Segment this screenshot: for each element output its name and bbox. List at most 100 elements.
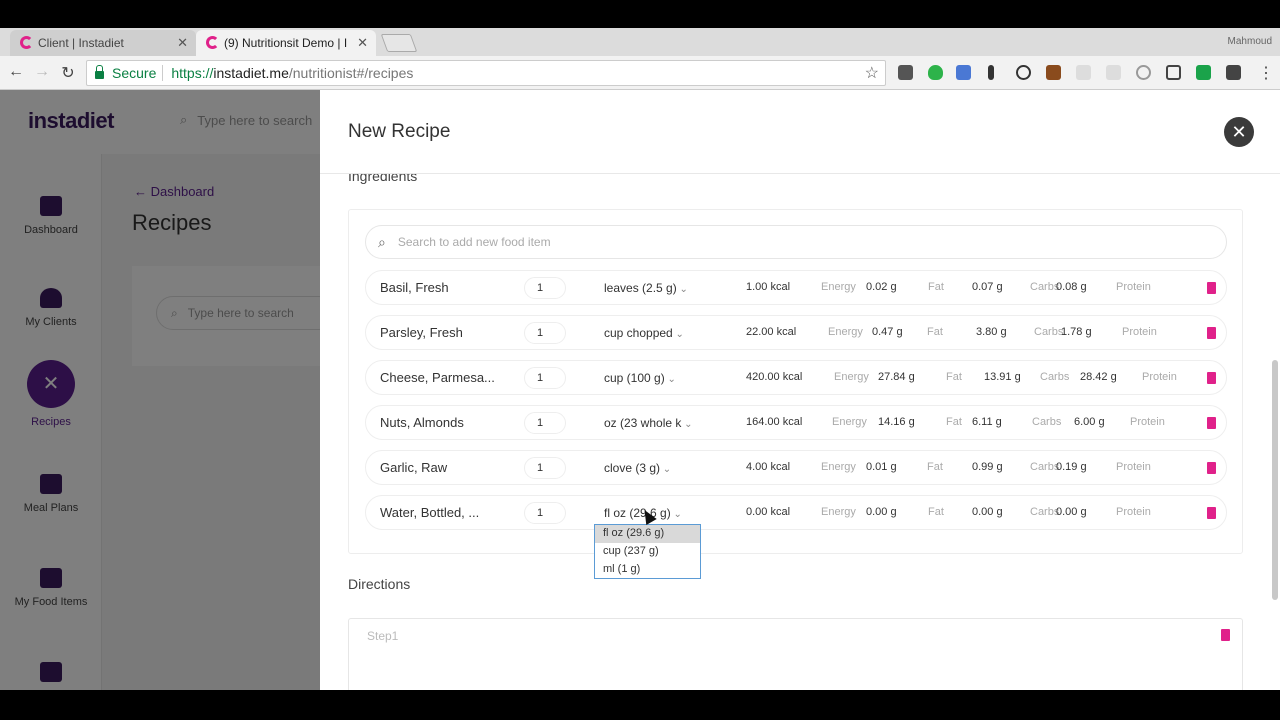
protein-value: 0.08 g [1056,281,1087,293]
extension-shield-icon[interactable] [928,65,943,80]
fat-value: 27.84 g [878,371,915,383]
delete-ingredient-icon[interactable] [1207,507,1216,519]
protein-value: 0.19 g [1056,461,1087,473]
back-arrow-icon[interactable]: ← [6,63,26,81]
delete-ingredient-icon[interactable] [1207,372,1216,384]
quantity-input[interactable]: 1 [524,412,566,434]
protein-label: Protein [1116,461,1151,473]
unit-value: fl oz (29.6 g) [604,506,671,520]
step-input[interactable]: Step1 [348,618,1243,690]
unit-select[interactable]: clove (3 g) ⌄ [604,461,671,475]
profile-name[interactable]: Mahmoud [1228,36,1272,47]
address-bar[interactable]: Secure https:// instadiet.me /nutritioni… [86,60,886,86]
browser-menu-icon[interactable]: ⋮ [1256,63,1276,83]
app-viewport: instadiet ⌕ Type here to search Dashboar… [0,90,1280,690]
delete-ingredient-icon[interactable] [1207,327,1216,339]
carbs-label: Carbs [1034,326,1064,338]
chevron-down-icon: ⌄ [676,284,688,295]
forward-arrow-icon[interactable]: → [32,63,52,81]
fat-label: Fat [928,281,944,293]
extension-grey-icon[interactable] [1106,65,1121,80]
screen: Client | Instadiet ✕ (9) Nutritionsit De… [0,0,1280,720]
divider [162,65,164,81]
fat-value: 0.01 g [866,461,897,473]
extension-grey-icon[interactable] [1076,65,1091,80]
extension-avatar-icon[interactable] [1046,65,1061,80]
extension-info-icon[interactable] [988,65,994,80]
step-placeholder: Step1 [367,629,399,643]
food-search-placeholder: Search to add new food item [397,235,551,249]
carbs-value: 0.99 g [972,461,1003,473]
ingredient-row: Parsley, Fresh 1 cup chopped ⌄ 22.00 kcal En… [365,315,1227,350]
extension-grid-icon[interactable] [1226,65,1241,80]
chevron-down-icon: ⌄ [670,509,682,520]
energy-label: Energy [828,326,863,338]
unit-option[interactable]: cup (237 g) [595,543,700,561]
chevron-down-icon: ⌄ [672,329,684,340]
energy-value: 1.00 kcal [746,281,791,293]
protein-label: Protein [1130,416,1165,428]
new-tab-button[interactable] [380,34,418,52]
browser-tab-nutritionist[interactable]: (9) Nutritionsit Demo | I ✕ [196,30,376,56]
url-path: /nutritionist#/recipes [288,65,414,81]
fat-label: Fat [927,326,943,338]
close-button[interactable]: ✕ [1224,117,1254,147]
energy-label: Energy [821,281,856,293]
extension-circle-icon[interactable] [1136,65,1151,80]
energy-label: Energy [832,416,867,428]
chevron-down-icon: ⌄ [660,464,672,475]
modal-backdrop[interactable] [0,90,320,690]
fat-label: Fat [946,416,962,428]
unit-value: cup (100 g) [604,371,665,385]
extension-vue-icon[interactable] [1196,65,1211,80]
delete-ingredient-icon[interactable] [1207,462,1216,474]
fat-label: Fat [946,371,962,383]
delete-ingredient-icon[interactable] [1207,417,1216,429]
extension-eyedropper-icon[interactable] [898,65,913,80]
close-tab-icon[interactable]: ✕ [177,35,188,51]
delete-step-icon[interactable] [1221,629,1230,641]
energy-label: Energy [821,461,856,473]
panel-title: New Recipe [348,121,451,142]
delete-ingredient-icon[interactable] [1207,282,1216,294]
extension-translate-icon[interactable] [956,65,971,80]
reload-icon[interactable]: ↻ [58,63,78,83]
energy-label: Energy [834,371,869,383]
unit-option[interactable]: ml (1 g) [595,561,700,579]
carbs-label: Carbs [1040,371,1070,383]
scrollbar[interactable] [1272,360,1278,600]
food-search-input[interactable]: ⌕ Search to add new food item [365,225,1227,259]
bookmark-star-icon[interactable]: ☆ [865,63,879,83]
url-host: instadiet.me [213,65,289,81]
search-icon: ⌕ [378,233,386,250]
protein-value: 1.78 g [1061,326,1092,338]
panel-header: New Recipe ✕ [320,90,1280,174]
quantity-input[interactable]: 1 [524,367,566,389]
directions-heading: Directions [348,576,411,592]
carbs-label: Carbs [1030,506,1060,518]
unit-dropdown[interactable]: fl oz (29.6 g) cup (237 g) ml (1 g) [594,524,701,579]
carbs-value: 0.07 g [972,281,1003,293]
energy-value: 164.00 kcal [746,416,803,428]
quantity-input[interactable]: 1 [524,457,566,479]
quantity-input[interactable]: 1 [524,502,566,524]
url-scheme: https:// [171,65,214,81]
energy-value: 420.00 kcal [746,371,803,383]
browser-tab-client[interactable]: Client | Instadiet ✕ [10,30,196,56]
ingredients-box: ⌕ Search to add new food item Basil, Fre… [348,209,1243,554]
ingredient-row: Basil, Fresh 1 leaves (2.5 g) ⌄ 1.00 kcal En… [365,270,1227,305]
unit-select[interactable]: cup chopped ⌄ [604,326,684,340]
extension-cast-icon[interactable] [1166,65,1181,80]
unit-select[interactable]: oz (23 whole k ⌄ [604,416,693,430]
unit-select[interactable]: cup (100 g) ⌄ [604,371,676,385]
unit-option[interactable]: fl oz (29.6 g) [595,525,700,543]
secure-label: Secure [112,65,157,81]
unit-select[interactable]: leaves (2.5 g) ⌄ [604,281,688,295]
quantity-input[interactable]: 1 [524,322,566,344]
close-tab-icon[interactable]: ✕ [357,35,368,51]
protein-label: Protein [1116,281,1151,293]
quantity-input[interactable]: 1 [524,277,566,299]
protein-label: Protein [1116,506,1151,518]
extension-sync-icon[interactable] [1016,65,1031,80]
protein-label: Protein [1122,326,1157,338]
